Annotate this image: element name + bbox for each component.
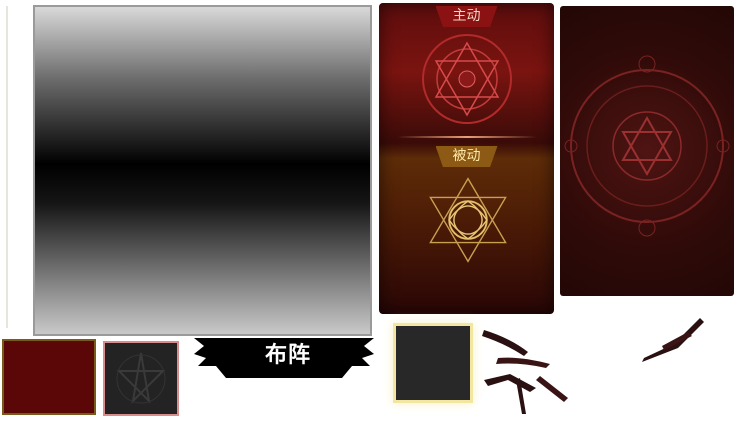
passive-sigil-icon — [429, 177, 507, 263]
active-skill-label: 主动 — [435, 6, 498, 27]
selected-slot[interactable] — [393, 323, 473, 403]
rune-circle-icon — [564, 55, 730, 237]
ornate-frame-tile — [2, 339, 96, 415]
rune-circle-panel — [560, 6, 734, 296]
pentagram-slot — [103, 341, 179, 416]
passive-skill-label: 被动 — [435, 146, 498, 167]
card-divider — [397, 136, 537, 138]
pentagram-icon — [116, 352, 166, 404]
claw-mark-small-icon — [642, 318, 704, 362]
active-sigil-icon — [422, 34, 512, 124]
gradient-panel — [33, 5, 372, 336]
claw-mark-icon — [482, 330, 568, 414]
side-frame-decoration — [6, 6, 22, 328]
skill-card: 主动 被动 — [379, 3, 554, 314]
formation-title: 布阵 — [264, 343, 311, 368]
